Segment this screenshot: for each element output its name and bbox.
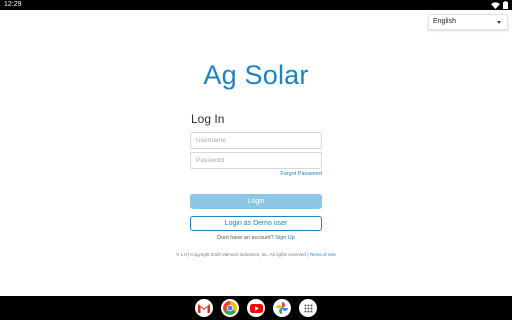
signup-row: Dont have an account? Sign Up xyxy=(0,235,512,241)
chevron-down-icon xyxy=(497,21,501,24)
photos-icon[interactable] xyxy=(273,299,291,317)
youtube-icon[interactable] xyxy=(247,299,265,317)
login-heading: Log In xyxy=(191,112,225,126)
footer: V 1.0 | Copyright 2020 Valmont Industrie… xyxy=(0,252,512,257)
navigation-bar xyxy=(0,296,512,320)
language-selected: English xyxy=(433,18,456,25)
app-drawer-icon[interactable] xyxy=(299,299,317,317)
status-time: 12:29 xyxy=(4,1,22,8)
signup-link[interactable]: Sign Up xyxy=(275,235,295,241)
no-account-text: Dont have an account? xyxy=(217,235,274,241)
language-select[interactable]: English xyxy=(428,14,508,30)
login-button[interactable]: Login xyxy=(190,194,322,209)
status-icons xyxy=(491,1,508,9)
forgot-password-link[interactable]: Forgot Password xyxy=(280,171,322,177)
app-title: Ag Solar xyxy=(203,60,309,90)
terms-of-use-link[interactable]: Terms of Use xyxy=(309,252,336,257)
username-input[interactable] xyxy=(190,132,322,149)
demo-login-button[interactable]: Login as Demo user xyxy=(190,216,322,231)
copyright-text: V 1.0 | Copyright 2020 Valmont Industrie… xyxy=(176,252,309,257)
gmail-icon[interactable] xyxy=(195,299,213,317)
chrome-icon[interactable] xyxy=(221,299,239,317)
status-bar: 12:29 xyxy=(0,0,512,10)
app-dock xyxy=(0,299,512,317)
wifi-icon xyxy=(491,1,500,9)
password-input[interactable] xyxy=(190,152,322,169)
battery-icon xyxy=(503,1,508,9)
